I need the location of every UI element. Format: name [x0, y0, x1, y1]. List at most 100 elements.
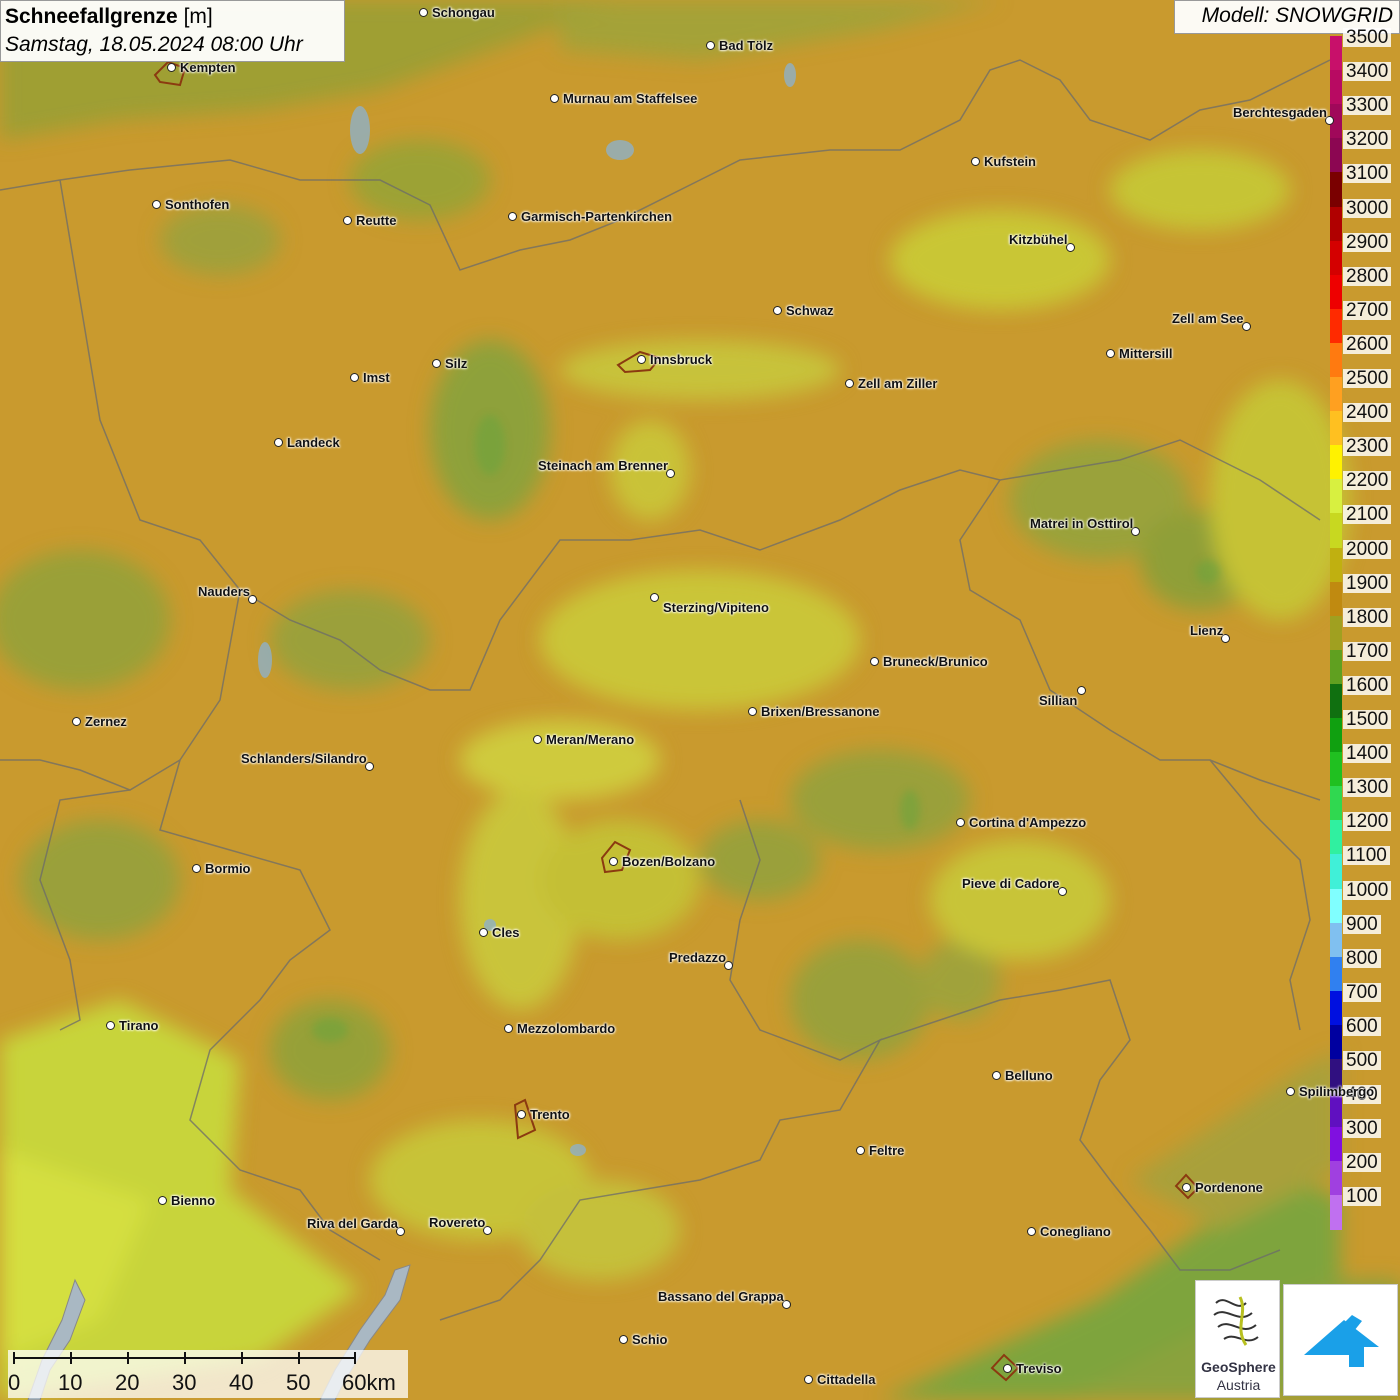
city-marker[interactable]: [609, 857, 618, 866]
city-marker[interactable]: [748, 707, 757, 716]
legend-label: 500: [1343, 1051, 1381, 1070]
city-marker[interactable]: [517, 1110, 526, 1119]
city-label: Bruneck/Brunico: [883, 654, 988, 669]
scale-label: 60km: [342, 1370, 396, 1395]
city-label: Schio: [632, 1332, 668, 1347]
scale-label: 30: [172, 1370, 197, 1395]
legend-label: 1600: [1343, 675, 1392, 695]
legend-label: 2200: [1343, 471, 1392, 491]
city-marker[interactable]: [504, 1024, 513, 1033]
city-label: Rovereto: [429, 1215, 486, 1230]
city-marker[interactable]: [971, 157, 980, 166]
city-label: Imst: [363, 370, 390, 385]
legend-label: 2100: [1343, 505, 1392, 525]
map-datetime: Samstag, 18.05.2024 08:00 Uhr: [5, 33, 303, 56]
legend-swatch: [1330, 1024, 1342, 1060]
legend-label: 2900: [1343, 232, 1392, 252]
city-marker[interactable]: [956, 818, 965, 827]
legend-label: 1100: [1343, 846, 1390, 866]
geosphere-logo[interactable]: GeoSphere Austria: [1195, 1280, 1280, 1398]
city-marker[interactable]: [1077, 686, 1086, 695]
city-marker[interactable]: [804, 1375, 813, 1384]
city-marker[interactable]: [72, 717, 81, 726]
city-marker[interactable]: [106, 1021, 115, 1030]
city-marker[interactable]: [706, 41, 715, 50]
logo-line2: Austria: [1216, 1377, 1261, 1393]
city-label: Zernez: [85, 714, 127, 729]
legend-swatch: [1330, 615, 1342, 651]
city-marker[interactable]: [637, 355, 646, 364]
city-marker[interactable]: [508, 212, 517, 221]
city-marker[interactable]: [343, 216, 352, 225]
legend-label: 900: [1343, 914, 1381, 934]
city-marker[interactable]: [432, 359, 441, 368]
city-label: Conegliano: [1040, 1224, 1111, 1239]
legend-label: 1700: [1343, 641, 1392, 661]
city-marker[interactable]: [533, 735, 542, 744]
city-label: Berchtesgaden: [1233, 105, 1327, 120]
city-marker[interactable]: [192, 864, 201, 873]
city-marker[interactable]: [1286, 1087, 1295, 1096]
city-marker[interactable]: [158, 1196, 167, 1205]
city-marker[interactable]: [773, 306, 782, 315]
legend-label: 2700: [1343, 300, 1392, 320]
city-marker[interactable]: [856, 1146, 865, 1155]
map-title: Schneefallgrenze: [5, 5, 178, 28]
legend-label: 100: [1343, 1187, 1381, 1207]
legend-label: 3000: [1343, 198, 1392, 218]
city-marker[interactable]: [167, 63, 176, 72]
city-label: Silz: [445, 356, 468, 371]
city-label: Bad Tölz: [719, 38, 774, 53]
city-marker[interactable]: [1106, 349, 1115, 358]
city-marker[interactable]: [152, 200, 161, 209]
scale-label: 50: [286, 1370, 311, 1395]
legend-swatch: [1330, 342, 1342, 378]
legend-label: 2400: [1343, 403, 1392, 423]
city-marker[interactable]: [992, 1071, 1001, 1080]
city-marker[interactable]: [650, 593, 659, 602]
city-marker[interactable]: [350, 373, 359, 382]
city-label: Kitzbühel: [1009, 232, 1068, 247]
city-marker[interactable]: [845, 379, 854, 388]
city-marker[interactable]: [419, 8, 428, 17]
legend-swatch: [1330, 138, 1342, 173]
app-logo[interactable]: [1283, 1284, 1398, 1396]
city-marker[interactable]: [550, 94, 559, 103]
city-label: Schlanders/Silandro: [241, 751, 367, 766]
scale-bar: 0 10 20 30 40 50 60km: [8, 1350, 408, 1398]
city-label: Garmisch-Partenkirchen: [521, 209, 673, 224]
city-label: Bassano del Grappa: [658, 1289, 784, 1304]
legend-entry: 100: [1330, 1187, 1400, 1230]
legend-label: 2300: [1343, 437, 1392, 457]
scale-label: 10: [58, 1370, 83, 1395]
legend-swatch: [1330, 581, 1342, 617]
legend-swatch: [1330, 1195, 1342, 1230]
logo-line1: GeoSphere: [1201, 1359, 1276, 1375]
city-marker[interactable]: [1003, 1364, 1012, 1373]
legend-label: 700: [1343, 982, 1381, 1002]
legend-swatch: [1330, 240, 1342, 276]
city-marker[interactable]: [274, 438, 283, 447]
legend-swatch: [1330, 990, 1342, 1026]
city-marker[interactable]: [1182, 1183, 1191, 1192]
legend-swatch: [1330, 1161, 1342, 1196]
legend-swatch: [1330, 718, 1342, 753]
legend-swatch: [1330, 786, 1342, 821]
legend-label: 3400: [1343, 62, 1392, 82]
city-marker[interactable]: [619, 1335, 628, 1344]
city-label: Kempten: [180, 60, 236, 75]
city-label: Pieve di Cadore: [962, 876, 1060, 891]
city-label: Innsbruck: [650, 352, 713, 367]
city-marker[interactable]: [1027, 1227, 1036, 1236]
city-label: Cittadella: [817, 1372, 876, 1387]
legend-label: 1300: [1343, 778, 1392, 798]
scale-ruler: [13, 1352, 356, 1364]
city-marker[interactable]: [479, 928, 488, 937]
city-label: Trento: [530, 1107, 570, 1122]
legend-swatch: [1330, 70, 1342, 105]
city-label: Predazzo: [669, 950, 727, 965]
city-marker[interactable]: [870, 657, 879, 666]
city-label: Mittersill: [1119, 346, 1173, 361]
color-legend: 3500 3400 3300 3200 3100 3000 2900 2800 2700 2600…: [1330, 28, 1400, 1231]
scale-label: 0: [8, 1370, 21, 1395]
